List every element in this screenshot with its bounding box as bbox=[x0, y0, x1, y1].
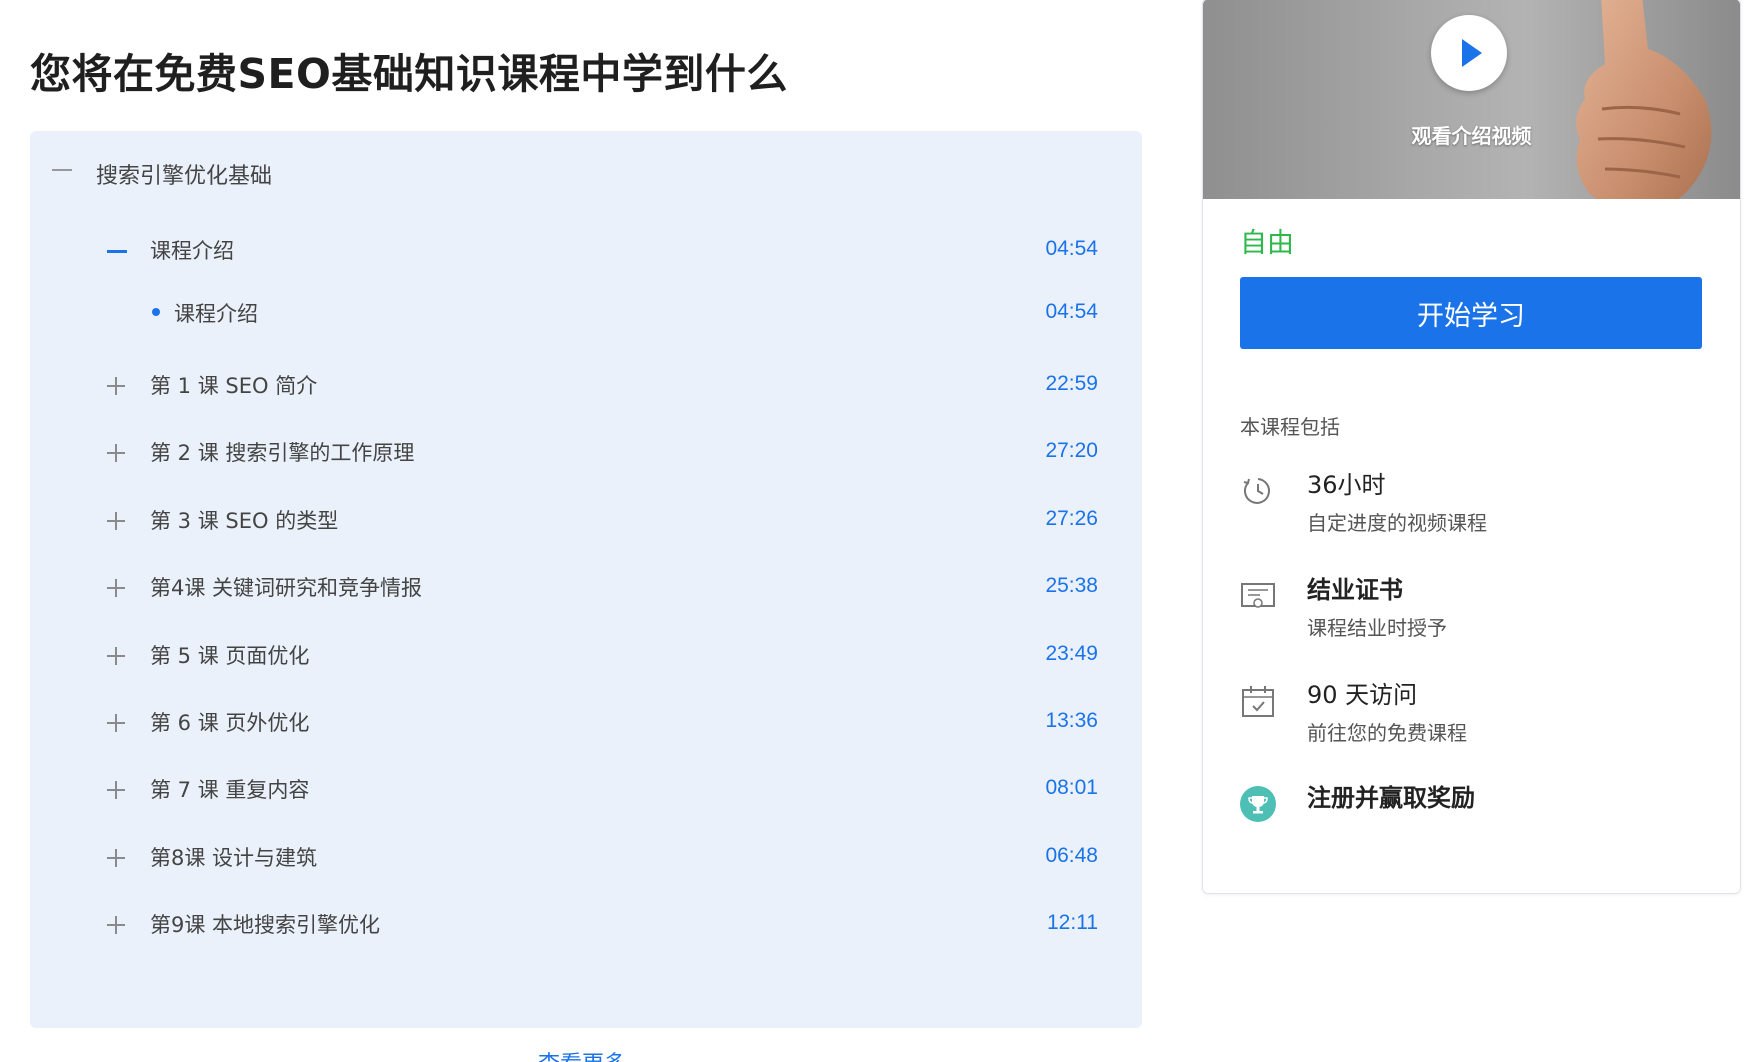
module-header[interactable]: 搜索引擎优化基础 bbox=[30, 131, 1142, 211]
lesson-row-8[interactable]: 第8课 设计与建筑 06:48 bbox=[30, 822, 1142, 878]
lesson-duration: 08:01 bbox=[1045, 776, 1098, 799]
page-title: 您将在免费SEO基础知识课程中学到什么 bbox=[30, 50, 788, 98]
feature-duration: 36小时 自定进度的视频课程 bbox=[1240, 465, 1710, 545]
lesson-row-1[interactable]: 第 1 课 SEO 简介 22:59 bbox=[30, 350, 1142, 406]
includes-heading: 本课程包括 bbox=[1240, 415, 1340, 439]
lesson-row-intro-video[interactable]: 课程介绍 04:54 bbox=[30, 278, 1142, 334]
thumbs-up-image bbox=[1576, 0, 1712, 199]
feature-certificate: 结业证书 课程结业时授予 bbox=[1240, 570, 1710, 650]
lesson-duration: 06:48 bbox=[1045, 844, 1098, 867]
lesson-title: 课程介绍 bbox=[150, 239, 234, 263]
feature-rewards: 注册并赢取奖励 bbox=[1240, 778, 1710, 858]
price-label: 自由 bbox=[1240, 228, 1294, 259]
feature-title: 结业证书 bbox=[1307, 576, 1403, 604]
plus-icon bbox=[107, 512, 125, 530]
feature-title: 90 天访问 bbox=[1307, 681, 1418, 709]
lesson-row-intro-section[interactable]: 课程介绍 04:54 bbox=[30, 215, 1142, 271]
lesson-row-2[interactable]: 第 2 课 搜索引擎的工作原理 27:20 bbox=[30, 417, 1142, 473]
feature-desc: 课程结业时授予 bbox=[1307, 616, 1447, 640]
lesson-duration: 22:59 bbox=[1045, 372, 1098, 395]
lesson-title: 第 1 课 SEO 简介 bbox=[150, 374, 318, 398]
lesson-title: 第 2 课 搜索引擎的工作原理 bbox=[150, 441, 415, 465]
certificate-icon bbox=[1241, 583, 1275, 608]
lesson-duration: 27:20 bbox=[1045, 439, 1098, 462]
plus-icon bbox=[107, 647, 125, 665]
lesson-row-6[interactable]: 第 6 课 页外优化 13:36 bbox=[30, 687, 1142, 743]
lesson-duration: 23:49 bbox=[1045, 642, 1098, 665]
trophy-icon bbox=[1240, 786, 1276, 822]
feature-desc: 自定进度的视频课程 bbox=[1307, 511, 1487, 535]
plus-icon bbox=[107, 579, 125, 597]
feature-access: 90 天访问 前往您的免费课程 bbox=[1240, 675, 1710, 755]
lesson-title: 第 5 课 页面优化 bbox=[150, 644, 310, 668]
minus-icon bbox=[107, 242, 127, 260]
lesson-title: 第 3 课 SEO 的类型 bbox=[150, 509, 339, 533]
feature-desc: 前往您的免费课程 bbox=[1307, 721, 1467, 745]
lesson-duration: 04:54 bbox=[1045, 237, 1098, 260]
lesson-duration: 27:26 bbox=[1045, 507, 1098, 530]
plus-icon bbox=[107, 849, 125, 867]
feature-title: 注册并赢取奖励 bbox=[1307, 784, 1475, 812]
feature-title: 36小时 bbox=[1307, 471, 1386, 499]
collapse-icon bbox=[52, 169, 72, 171]
bullet-icon bbox=[152, 308, 160, 316]
lesson-duration: 13:36 bbox=[1045, 709, 1098, 732]
video-caption: 观看介绍视频 bbox=[1411, 124, 1532, 148]
lesson-duration: 12:11 bbox=[1047, 911, 1098, 934]
lesson-title: 第 7 课 重复内容 bbox=[150, 778, 310, 802]
lesson-title: 课程介绍 bbox=[174, 302, 258, 326]
lesson-row-3[interactable]: 第 3 课 SEO 的类型 27:26 bbox=[30, 485, 1142, 541]
intro-video-thumbnail[interactable]: 观看介绍视频 bbox=[1203, 0, 1740, 199]
plus-icon bbox=[107, 377, 125, 395]
calendar-icon bbox=[1242, 686, 1274, 717]
lesson-title: 第 6 课 页外优化 bbox=[150, 711, 310, 735]
lesson-row-7[interactable]: 第 7 课 重复内容 08:01 bbox=[30, 754, 1142, 810]
lesson-row-4[interactable]: 第4课 关键词研究和竞争情报 25:38 bbox=[30, 552, 1142, 608]
plus-icon bbox=[107, 781, 125, 799]
lesson-duration: 25:38 bbox=[1045, 574, 1098, 597]
course-page: 您将在免费SEO基础知识课程中学到什么 搜索引擎优化基础 课程介绍 04:54 … bbox=[0, 0, 1761, 1062]
plus-icon bbox=[107, 444, 125, 462]
see-more-link[interactable]: 查看更多 bbox=[538, 1046, 626, 1062]
module-title: 搜索引擎优化基础 bbox=[96, 164, 273, 189]
lesson-title: 第8课 设计与建筑 bbox=[150, 846, 318, 870]
play-icon[interactable] bbox=[1431, 15, 1507, 91]
lesson-row-5[interactable]: 第 5 课 页面优化 23:49 bbox=[30, 620, 1142, 676]
lesson-title: 第9课 本地搜索引擎优化 bbox=[150, 913, 381, 937]
curriculum-panel: 搜索引擎优化基础 课程介绍 04:54 课程介绍 04:54 第 1 课 SEO… bbox=[30, 131, 1142, 1028]
lesson-duration: 04:54 bbox=[1045, 300, 1098, 323]
lesson-row-9[interactable]: 第9课 本地搜索引擎优化 12:11 bbox=[30, 889, 1142, 945]
plus-icon bbox=[107, 714, 125, 732]
start-learning-button[interactable]: 开始学习 bbox=[1240, 277, 1702, 349]
clock-icon bbox=[1243, 478, 1270, 504]
lesson-title: 第4课 关键词研究和竞争情报 bbox=[150, 576, 423, 600]
plus-icon bbox=[107, 916, 125, 934]
course-sidebar-card: 观看介绍视频 自由 开始学习 本课程包括 36小时 自定进度的视频课程 结业证书 bbox=[1202, 0, 1741, 894]
